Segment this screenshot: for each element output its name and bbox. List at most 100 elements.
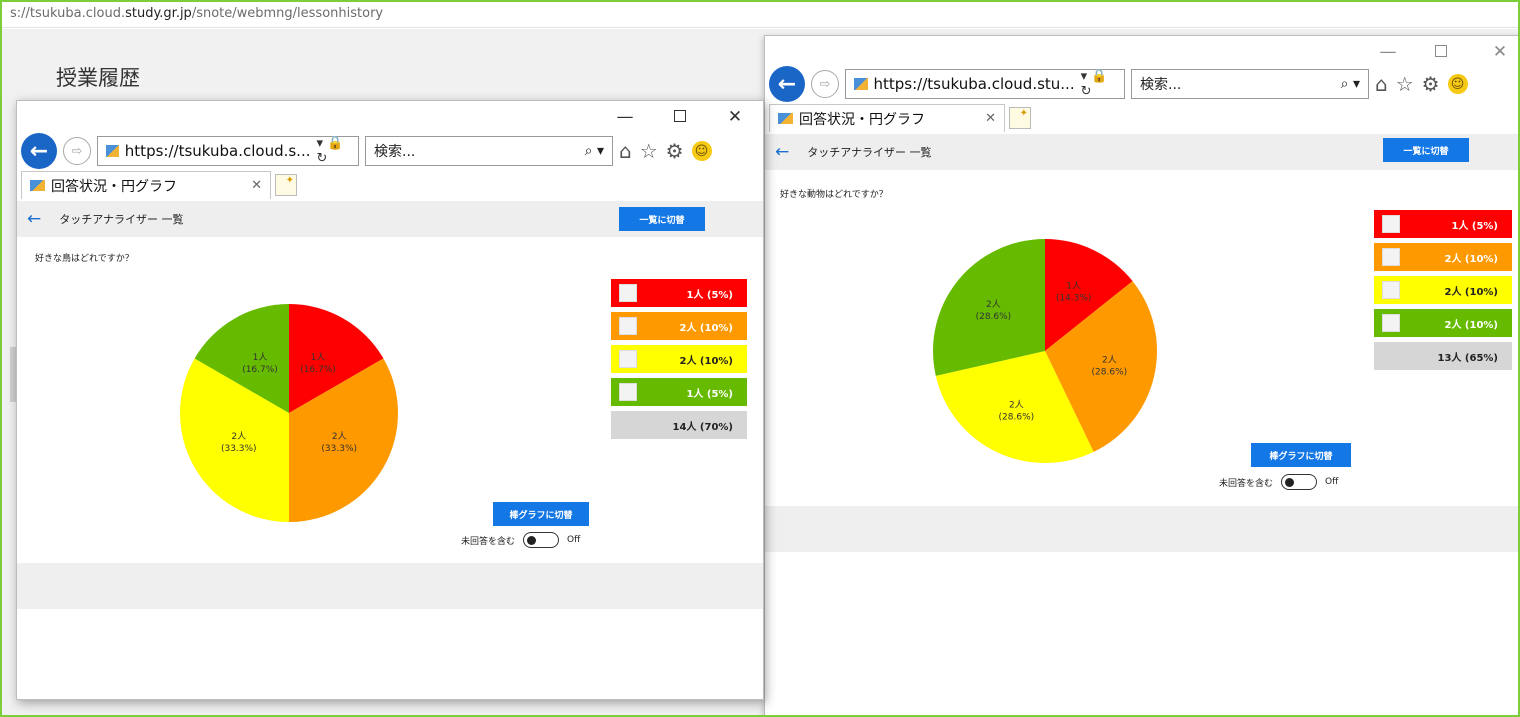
address-text: https://tsukuba.cloud.stu...: [873, 75, 1075, 93]
switch-to-bar-chart-button[interactable]: 棒グラフに切替: [1251, 443, 1351, 467]
legend-count: 1人 (5%): [1451, 220, 1498, 232]
question-text: 好きな動物はどれですか？: [780, 190, 888, 200]
pie-slice-label: (28.6%): [1092, 368, 1128, 378]
animal-photo-icon: [1382, 314, 1400, 332]
browser-window-birds: — ✕ ← ⇨ https://tsukuba.cloud.s... ▾ 🔒 ↻…: [16, 100, 764, 700]
bird-photo-icon: [619, 350, 637, 368]
forward-button[interactable]: ⇨: [63, 137, 91, 165]
address-field[interactable]: https://tsukuba.cloud.s... ▾ 🔒 ↻: [97, 136, 359, 166]
close-button[interactable]: ✕: [717, 107, 753, 127]
legend-row: 2人 (10%): [1374, 243, 1512, 271]
toggle-switch[interactable]: [1281, 474, 1318, 490]
smiley-feedback-icon[interactable]: ☺: [1447, 74, 1468, 94]
legend-row: 1人 (5%): [611, 378, 747, 406]
search-input[interactable]: 検索... ⌕ ▾: [365, 136, 613, 166]
toggle-label: 未回答を含む: [1219, 478, 1274, 489]
address-field[interactable]: https://tsukuba.cloud.stu... ▾ 🔒 ↻: [845, 69, 1125, 99]
back-button[interactable]: ←: [21, 133, 57, 169]
tab-pie-chart[interactable]: 回答状況・円グラフ ✕: [21, 171, 271, 199]
tab-close-icon[interactable]: ✕: [985, 111, 996, 126]
pie-slice-label: (16.7%): [242, 365, 278, 375]
header-title: タッチアナライザー 一覧: [59, 213, 184, 226]
pie-slice-label: 1人: [311, 352, 326, 363]
minimize-button[interactable]: —: [1370, 42, 1406, 62]
animal-photo-icon: [1382, 215, 1400, 233]
switch-to-list-button[interactable]: 一覧に切替: [1383, 138, 1469, 162]
tab-title: 回答状況・円グラフ: [51, 178, 177, 195]
include-unanswered-toggle[interactable]: 未回答を含む Off: [1219, 474, 1338, 490]
maximize-icon: [1435, 45, 1447, 57]
home-icon[interactable]: ⌂: [619, 139, 632, 163]
home-icon[interactable]: ⌂: [1375, 72, 1388, 96]
maximize-button[interactable]: [1423, 42, 1459, 62]
switch-to-list-button[interactable]: 一覧に切替: [619, 207, 705, 231]
browser-window-animals: — ✕ ← ⇨ https://tsukuba.cloud.stu... ▾ 🔒…: [764, 35, 1518, 715]
maximize-icon: [674, 110, 686, 122]
header-title: タッチアナライザー 一覧: [807, 146, 932, 159]
background-url-domain: study.gr.jp: [125, 6, 192, 21]
background-url-path: /snote/webmng/lessonhistory: [191, 6, 384, 21]
search-input[interactable]: 検索... ⌕ ▾: [1131, 69, 1369, 99]
dropdown-lock-refresh-icon[interactable]: ▾ 🔒 ↻: [1081, 69, 1116, 99]
legend-row: 2人 (10%): [611, 312, 747, 340]
tab-favicon-icon: [778, 113, 793, 124]
include-unanswered-toggle[interactable]: 未回答を含む Off: [461, 532, 580, 548]
minimize-button[interactable]: —: [607, 107, 643, 127]
bird-photo-icon: [619, 284, 637, 302]
arrow-right-icon: ⇨: [71, 143, 83, 159]
toolbar-icons: ⌂ ☆ ⚙ ☺: [1375, 72, 1468, 96]
toolbar-icons: ⌂ ☆ ⚙ ☺: [619, 139, 712, 163]
smiley-feedback-icon[interactable]: ☺: [691, 141, 712, 161]
search-placeholder: 検索...: [1140, 77, 1182, 93]
search-placeholder: 検索...: [374, 144, 416, 160]
search-icon[interactable]: ⌕ ▾: [1341, 76, 1360, 92]
back-arrow-icon[interactable]: ←: [27, 209, 41, 229]
legend-count: 2人 (10%): [679, 355, 733, 367]
close-button[interactable]: ✕: [1482, 42, 1518, 62]
pie-slice-label: 2人: [231, 431, 246, 442]
bird-photo-icon: [619, 383, 637, 401]
toggle-state: Off: [1325, 477, 1339, 487]
maximize-button[interactable]: [662, 107, 698, 127]
star-icon[interactable]: ☆: [1396, 72, 1414, 96]
legend-count: 1人 (5%): [686, 289, 733, 301]
site-favicon-icon: [854, 78, 868, 90]
animal-photo-icon: [1382, 248, 1400, 266]
back-arrow-icon[interactable]: ←: [775, 142, 789, 162]
search-icon[interactable]: ⌕ ▾: [585, 143, 604, 159]
question-text: 好きな鳥はどれですか？: [35, 254, 134, 264]
tab-favicon-icon: [30, 180, 45, 191]
new-tab-button[interactable]: ✦: [275, 174, 297, 196]
dropdown-lock-refresh-icon[interactable]: ▾ 🔒 ↻: [317, 136, 351, 166]
background-address-bar[interactable]: s://tsukuba.cloud.study.gr.jp/snote/webm…: [2, 2, 1518, 28]
back-button[interactable]: ←: [769, 66, 805, 102]
legend-count: 14人 (70%): [672, 421, 733, 433]
new-tab-button[interactable]: ✦: [1009, 107, 1031, 129]
legend-count: 2人 (10%): [679, 322, 733, 334]
pie-chart-animals: 1人 (14.3%) 2人 (28.6%) 2人 (28.6%) 2人 (28.6%): [933, 239, 1157, 463]
gear-icon[interactable]: ⚙: [666, 139, 684, 163]
legend-count: 1人 (5%): [686, 388, 733, 400]
toggle-state: Off: [567, 535, 581, 545]
pie-slice-label: 1人: [1066, 281, 1081, 292]
legend-row: 13人 (65%): [1374, 342, 1512, 370]
pie-slice-label: (33.3%): [221, 444, 257, 454]
star-icon[interactable]: ☆: [640, 139, 658, 163]
pie-slice-label: 2人: [1009, 399, 1024, 410]
arrow-left-icon: ←: [29, 138, 49, 164]
toggle-switch[interactable]: [523, 532, 560, 548]
tab-pie-chart[interactable]: 回答状況・円グラフ ✕: [769, 104, 1005, 132]
page-title: 授業履歴: [56, 66, 140, 90]
legend-count: 2人 (10%): [1444, 253, 1498, 265]
bird-photo-icon: [619, 317, 637, 335]
tab-title: 回答状況・円グラフ: [799, 111, 925, 128]
background-url-prefix: s://tsukuba.cloud.: [10, 6, 126, 21]
pie-slice-label: 1人: [253, 352, 268, 363]
switch-to-bar-chart-button[interactable]: 棒グラフに切替: [493, 502, 589, 526]
tab-close-icon[interactable]: ✕: [251, 178, 262, 193]
legend-row: 2人 (10%): [611, 345, 747, 373]
app-footer: [765, 506, 1518, 552]
gear-icon[interactable]: ⚙: [1422, 72, 1440, 96]
forward-button[interactable]: ⇨: [811, 70, 839, 98]
legend-count: 2人 (10%): [1444, 286, 1498, 298]
